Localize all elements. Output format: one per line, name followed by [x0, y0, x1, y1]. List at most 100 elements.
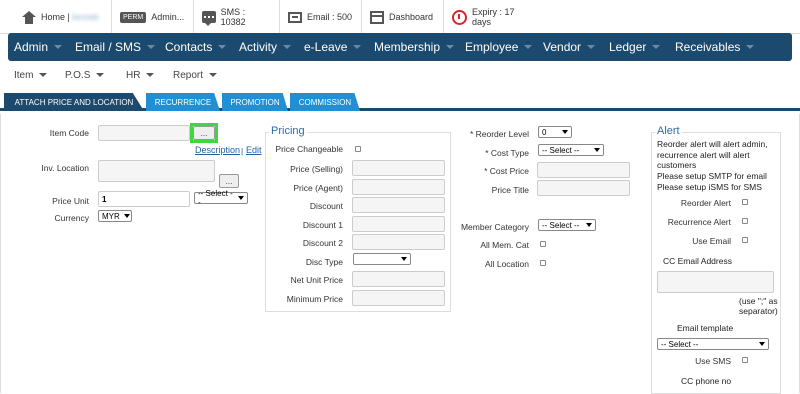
nav-activity[interactable]: Activity	[239, 33, 292, 61]
chevron-down-icon	[594, 148, 600, 152]
inv-location-browse-button[interactable]: ...	[219, 174, 239, 188]
minimum-price-input[interactable]	[352, 290, 445, 306]
nav-label: Contacts	[165, 40, 213, 54]
tab-promotion[interactable]: PROMOTION	[222, 93, 288, 111]
nav-email-sms[interactable]: Email / SMS	[75, 33, 156, 61]
discount2-input[interactable]	[352, 234, 445, 250]
chevron-down-icon	[587, 45, 596, 49]
alert-info-1: Reorder alert will alert admin,	[657, 139, 768, 149]
tab-recurrence[interactable]: RECURRENCE	[146, 93, 220, 111]
subnav-pos[interactable]: P.O.S	[65, 66, 105, 84]
tab-attach-price-location[interactable]: ATTACH PRICE AND LOCATION	[4, 93, 144, 111]
discount2-label: Discount 2	[302, 238, 343, 248]
email-counter[interactable]: Email : 500	[280, 0, 362, 34]
net-unit-price-label: Net Unit Price	[290, 275, 343, 285]
dashboard-icon	[370, 10, 384, 24]
admin-menu[interactable]: PERM Admin...	[112, 0, 194, 34]
recurrence-alert-label: Recurrence Alert	[667, 217, 731, 227]
reorder-level-select[interactable]: 0	[538, 126, 572, 138]
cc-phone-label: CC phone no	[681, 376, 732, 386]
disc-type-select[interactable]	[353, 253, 411, 265]
chevron-down-icon	[562, 130, 568, 134]
home-label: Home |	[41, 12, 70, 22]
use-email-checkbox[interactable]	[742, 237, 748, 243]
chevron-down-icon	[524, 45, 533, 49]
cost-price-input[interactable]	[537, 162, 630, 178]
home-link[interactable]: Home | bestab	[14, 0, 112, 34]
alert-legend: Alert	[655, 125, 682, 137]
inv-location-textarea[interactable]	[98, 160, 215, 182]
subnav-hr[interactable]: HR	[126, 66, 155, 84]
discount-label: Discount	[309, 201, 343, 211]
item-code-browse-button[interactable]: ...	[193, 126, 215, 140]
expiry-label: Expiry : 17 days	[472, 7, 515, 27]
price-changeable-checkbox[interactable]	[355, 146, 361, 152]
price-unit-input[interactable]: 1	[98, 191, 190, 207]
select-value: 0	[542, 127, 547, 137]
link-separator: |	[241, 146, 244, 156]
alert-info-4: Please setup SMTP for email	[657, 171, 767, 181]
select-value: -- Select --	[661, 339, 699, 349]
alert-info-2: recurrence alert will alert	[657, 150, 750, 160]
nav-eleave[interactable]: e-Leave	[304, 33, 362, 61]
sms-counter[interactable]: SMS : 10382	[194, 0, 280, 34]
nav-membership[interactable]: Membership	[374, 33, 455, 61]
use-sms-checkbox[interactable]	[742, 357, 748, 363]
expiry-info: Expiry : 17 days	[444, 0, 544, 34]
price-unit-label: Price Unit	[52, 196, 89, 206]
subnav-label: P.O.S	[65, 69, 91, 81]
cost-type-label: * Cost Type	[485, 148, 529, 158]
chevron-down-icon	[146, 73, 155, 77]
disc-type-label: Disc Type	[305, 257, 343, 267]
net-unit-price-input[interactable]	[352, 271, 445, 287]
all-mem-cat-checkbox[interactable]	[540, 241, 546, 247]
nav-receivables[interactable]: Receivables	[675, 33, 755, 61]
chevron-down-icon	[123, 214, 130, 218]
nav-ledger[interactable]: Ledger	[609, 33, 661, 61]
chevron-down-icon	[353, 45, 362, 49]
nav-admin[interactable]: Admin	[14, 33, 63, 61]
main-navbar: Admin Email / SMS Contacts Activity e-Le…	[8, 33, 792, 61]
nav-label: Employee	[465, 40, 519, 54]
discount1-input[interactable]	[352, 216, 445, 232]
separator-note-1: (use ";" as	[739, 296, 778, 306]
home-icon	[22, 10, 36, 24]
reorder-alert-checkbox[interactable]	[742, 199, 748, 205]
nav-employee[interactable]: Employee	[465, 33, 533, 61]
subnav-item[interactable]: Item	[14, 66, 48, 84]
alert-info-3: customers	[657, 160, 697, 170]
email-count: Email : 500	[307, 12, 353, 22]
edit-link[interactable]: Edit	[246, 145, 262, 155]
pricing-legend: Pricing	[269, 125, 307, 137]
chevron-down-icon	[586, 223, 592, 227]
all-location-checkbox[interactable]	[540, 260, 546, 266]
nav-vendor[interactable]: Vendor	[543, 33, 596, 61]
subnav-report[interactable]: Report	[173, 66, 218, 84]
chevron-down-icon	[746, 45, 755, 49]
alarm-clock-icon	[452, 9, 467, 25]
tab-commission[interactable]: COMMISSION	[290, 93, 360, 111]
select-value: -- Select --	[542, 145, 580, 155]
tab-label: RECURRENCE	[154, 97, 212, 107]
tab-label: ATTACH PRICE AND LOCATION	[14, 97, 134, 107]
price-agent-input[interactable]	[352, 179, 445, 195]
nav-contacts[interactable]: Contacts	[165, 33, 227, 61]
cost-price-label: * Cost Price	[484, 166, 529, 176]
cc-email-textarea[interactable]	[657, 271, 774, 293]
recurrence-alert-checkbox[interactable]	[742, 218, 748, 224]
item-code-input[interactable]	[98, 125, 190, 141]
email-icon	[288, 11, 302, 23]
email-template-select[interactable]: -- Select --	[657, 338, 769, 350]
cost-type-select[interactable]: -- Select --	[538, 144, 604, 156]
all-location-label: All Location	[485, 259, 529, 269]
dashboard-link[interactable]: Dashboard	[362, 0, 444, 34]
price-selling-input[interactable]	[352, 160, 445, 176]
discount-input[interactable]	[352, 197, 445, 213]
member-category-select[interactable]: -- Select --	[538, 219, 596, 231]
select-value: MYR	[102, 211, 120, 221]
description-link[interactable]: Description	[195, 145, 240, 155]
currency-select[interactable]: MYR	[98, 210, 132, 222]
price-unit-select[interactable]: -- Select --	[194, 189, 248, 207]
sms-icon	[202, 11, 216, 26]
price-title-input[interactable]	[537, 180, 630, 196]
